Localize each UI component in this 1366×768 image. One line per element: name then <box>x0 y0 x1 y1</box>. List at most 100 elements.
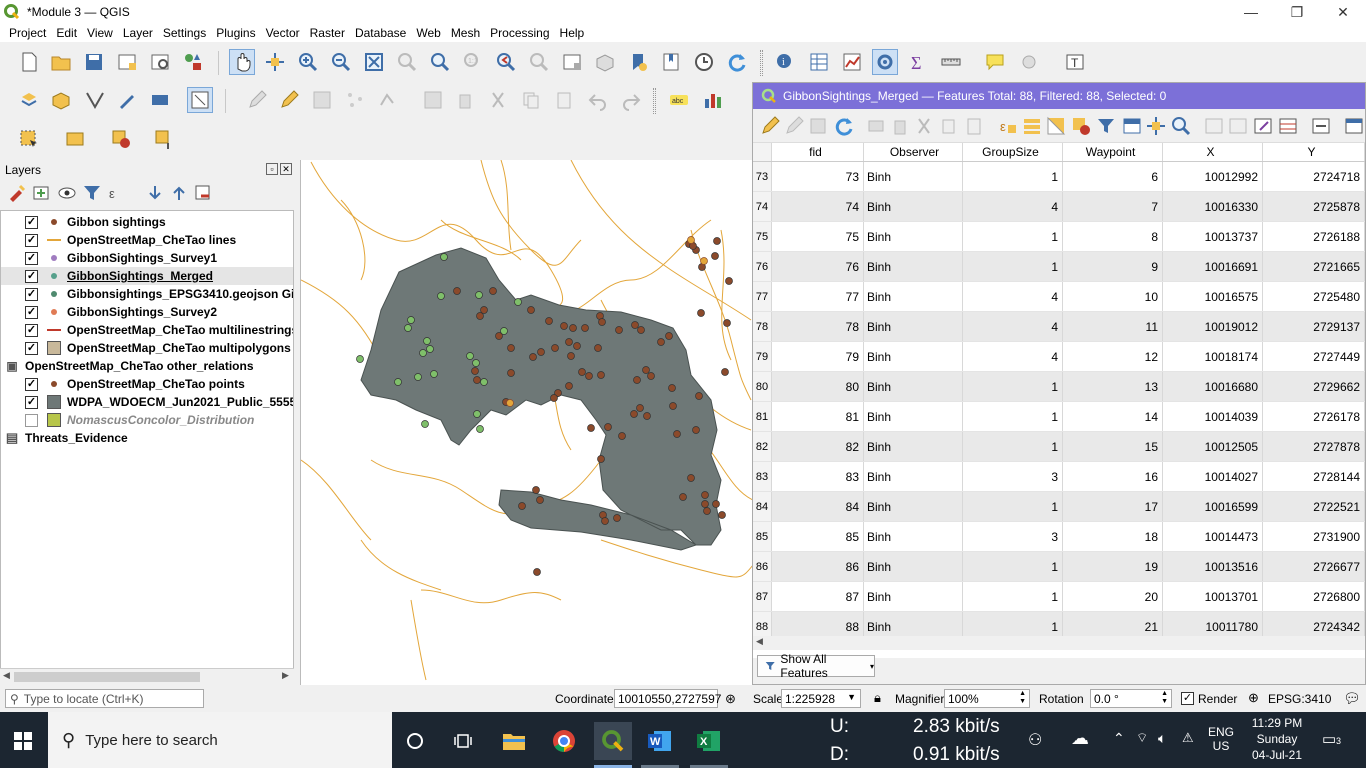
file-explorer-icon[interactable] <box>495 722 533 760</box>
table-row[interactable]: 81 81 Binh 1 14 10014039 2726178 <box>753 402 1365 432</box>
table-cell[interactable]: 7 <box>1063 192 1163 221</box>
table-cell[interactable]: 12 <box>1063 342 1163 371</box>
table-cell[interactable]: 20 <box>1063 582 1163 611</box>
filter-legend-icon[interactable] <box>79 180 105 206</box>
row-number[interactable]: 81 <box>753 402 772 431</box>
spinner-icon[interactable]: ▲ ▼ <box>1019 690 1026 706</box>
cut-icon[interactable] <box>911 113 937 139</box>
add-wms-layer-icon[interactable] <box>187 87 213 113</box>
table-cell[interactable]: 2728144 <box>1263 462 1365 491</box>
table-cell[interactable]: 10013737 <box>1163 222 1263 251</box>
toggle-editing-icon[interactable] <box>757 113 783 139</box>
column-header-waypoint[interactable]: Waypoint <box>1063 143 1163 161</box>
table-cell[interactable]: 2725480 <box>1263 282 1365 311</box>
table-cell[interactable]: Binh <box>864 552 963 581</box>
add-delimited-text-icon[interactable] <box>114 87 140 113</box>
zoom-last-icon[interactable] <box>493 49 519 75</box>
layer-item[interactable]: ✓ GibbonSightings_Merged <box>1 267 293 285</box>
row-number[interactable]: 74 <box>753 192 772 221</box>
multi-edit-icon[interactable] <box>781 113 807 139</box>
row-number[interactable]: 84 <box>753 492 772 521</box>
table-cell[interactable]: 3 <box>963 522 1063 551</box>
field-calculator-icon[interactable] <box>1250 113 1276 139</box>
table-cell[interactable]: 2725878 <box>1263 192 1365 221</box>
row-number[interactable]: 86 <box>753 552 772 581</box>
table-row[interactable]: 77 77 Binh 4 10 10016575 2725480 <box>753 282 1365 312</box>
layer-item[interactable]: ✓ Gibbonsightings_EPSG3410.geojson Gibbo <box>1 285 293 303</box>
menu-plugins[interactable]: Plugins <box>211 26 260 40</box>
extents-toggle-icon[interactable]: ⊛ <box>725 691 736 707</box>
table-cell[interactable]: 78 <box>772 312 864 341</box>
table-row[interactable]: 76 76 Binh 1 9 10016691 2721665 <box>753 252 1365 282</box>
table-cell[interactable]: 1 <box>963 552 1063 581</box>
identify-point-icon[interactable] <box>150 126 176 152</box>
table-row[interactable]: 86 86 Binh 1 19 10013516 2726677 <box>753 552 1365 582</box>
table-row[interactable]: 82 82 Binh 1 15 10012505 2727878 <box>753 432 1365 462</box>
table-cell[interactable]: 87 <box>772 582 864 611</box>
column-header-x[interactable]: X <box>1163 143 1263 161</box>
word-icon[interactable]: W <box>641 722 679 760</box>
data-source-manager-icon[interactable] <box>16 87 42 113</box>
language-indicator[interactable]: ENG US <box>1208 725 1234 753</box>
row-number[interactable]: 79 <box>753 342 772 371</box>
pan-to-selected-icon[interactable] <box>1143 113 1169 139</box>
table-cell[interactable]: 73 <box>772 162 864 191</box>
menu-mesh[interactable]: Mesh <box>446 26 485 40</box>
excel-icon[interactable]: X <box>690 722 728 760</box>
row-number[interactable]: 87 <box>753 582 772 611</box>
table-cell[interactable]: Binh <box>864 192 963 221</box>
new-print-layout-icon[interactable] <box>114 49 140 75</box>
layer-visibility-checkbox[interactable]: ✓ <box>25 215 38 229</box>
zoom-full-icon[interactable] <box>361 49 387 75</box>
table-cell[interactable]: 10016691 <box>1163 252 1263 281</box>
new-project-icon[interactable] <box>16 49 42 75</box>
table-cell[interactable]: 10016575 <box>1163 282 1263 311</box>
new-3d-map-view-icon[interactable] <box>592 49 618 75</box>
layer-visibility-checkbox[interactable]: ✓ <box>25 233 38 247</box>
wifi-icon[interactable]: ⌔ <box>1136 730 1148 746</box>
scale-field[interactable]: 1:225928 ▼ <box>781 689 861 708</box>
table-cell[interactable]: 2721665 <box>1263 252 1365 281</box>
table-cell[interactable]: 10016680 <box>1163 372 1263 401</box>
table-cell[interactable]: 1 <box>963 402 1063 431</box>
rotation-field[interactable]: 0.0 ° ▲ ▼ <box>1090 689 1172 708</box>
measure-line-icon[interactable] <box>938 49 964 75</box>
scrollbar-thumb[interactable] <box>14 672 200 682</box>
table-row[interactable]: 73 73 Binh 1 6 10012992 2724718 <box>753 162 1365 192</box>
pan-map-icon[interactable] <box>229 49 255 75</box>
layer-item[interactable]: ✓ GibbonSightings_Survey2 <box>1 303 293 321</box>
table-cell[interactable]: 4 <box>963 282 1063 311</box>
table-cell[interactable]: 10019012 <box>1163 312 1263 341</box>
lock-icon[interactable]: 🔒︎ <box>874 690 881 706</box>
invert-selection-icon[interactable] <box>1043 113 1069 139</box>
add-raster-layer-icon[interactable] <box>147 87 173 113</box>
render-checkbox[interactable]: ✓ <box>1181 692 1194 705</box>
table-cell[interactable]: 85 <box>772 522 864 551</box>
table-cell[interactable]: Binh <box>864 342 963 371</box>
table-row[interactable]: 83 83 Binh 3 16 10014027 2728144 <box>753 462 1365 492</box>
table-cell[interactable]: 1 <box>963 162 1063 191</box>
zoom-native-icon[interactable]: 1:1 <box>460 49 486 75</box>
zoom-to-selection-icon[interactable] <box>394 49 420 75</box>
table-cell[interactable]: 2726800 <box>1263 582 1365 611</box>
table-row[interactable]: 84 84 Binh 1 17 10016599 2722521 <box>753 492 1365 522</box>
pan-to-selection-icon[interactable] <box>262 49 288 75</box>
column-header-fid[interactable]: fid <box>772 143 864 161</box>
table-cell[interactable]: Binh <box>864 462 963 491</box>
layer-visibility-checkbox[interactable]: ✓ <box>25 287 38 301</box>
layers-horizontal-scrollbar[interactable]: ◀ ▶ <box>0 668 294 684</box>
table-cell[interactable]: 14 <box>1063 402 1163 431</box>
table-cell[interactable]: 77 <box>772 282 864 311</box>
select-features-icon[interactable] <box>16 126 42 152</box>
layer-visibility-checkbox[interactable]: ✓ <box>25 377 38 391</box>
layer-item[interactable]: NomascusConcolor_Distribution <box>1 411 293 429</box>
layer-item[interactable]: ▣ OpenStreetMap_CheTao other_relations <box>1 357 293 375</box>
table-cell[interactable]: Binh <box>864 312 963 341</box>
layer-visibility-checkbox[interactable]: ✓ <box>25 251 38 265</box>
layer-item[interactable]: ✓ OpenStreetMap_CheTao multipolygons <box>1 339 293 357</box>
modify-attributes-icon[interactable] <box>420 87 446 113</box>
table-cell[interactable]: 2726188 <box>1263 222 1365 251</box>
dock-table-icon[interactable] <box>1341 113 1366 139</box>
row-number[interactable]: 83 <box>753 462 772 491</box>
chrome-icon[interactable] <box>545 722 583 760</box>
